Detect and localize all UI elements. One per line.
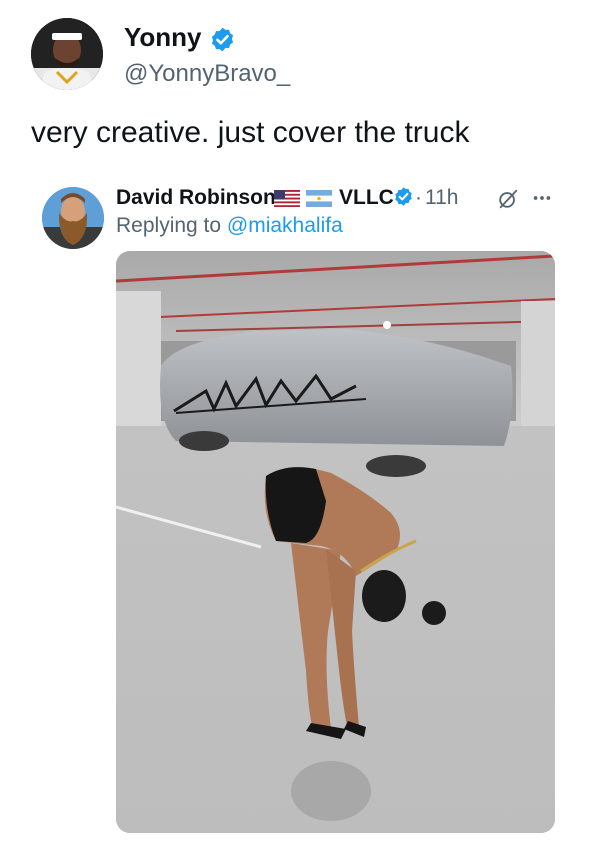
quoted-author-avatar[interactable] xyxy=(42,187,104,249)
author-avatar-image xyxy=(31,18,103,90)
grok-icon[interactable] xyxy=(497,188,519,210)
author-display-name[interactable]: Yonny xyxy=(124,22,202,53)
separator-dot: · xyxy=(415,186,422,209)
tweet-media-photo[interactable] xyxy=(116,251,555,833)
argentina-flag-icon xyxy=(306,190,332,207)
replying-to-label: Replying to xyxy=(116,214,222,237)
quoted-tweet-time[interactable]: 11h xyxy=(425,186,458,210)
reply-mention-link[interactable]: @miakhalifa xyxy=(227,214,343,237)
tweet-text: very creative. just cover the truck xyxy=(31,116,470,149)
photo-image xyxy=(116,251,555,833)
author-handle[interactable]: @YonnyBravo_ xyxy=(124,60,290,88)
replying-to-line: Replying to @miakhalifa xyxy=(116,214,343,238)
quoted-author-avatar-image xyxy=(42,187,104,249)
more-options-icon[interactable] xyxy=(531,188,553,208)
verified-badge-icon xyxy=(395,187,412,206)
quoted-author-affiliation: VLLC xyxy=(339,186,394,209)
author-avatar[interactable] xyxy=(31,18,103,90)
us-flag-icon xyxy=(274,190,300,207)
quoted-author-display-name[interactable]: David Robinson xyxy=(116,186,276,210)
verified-badge-icon xyxy=(211,27,234,52)
